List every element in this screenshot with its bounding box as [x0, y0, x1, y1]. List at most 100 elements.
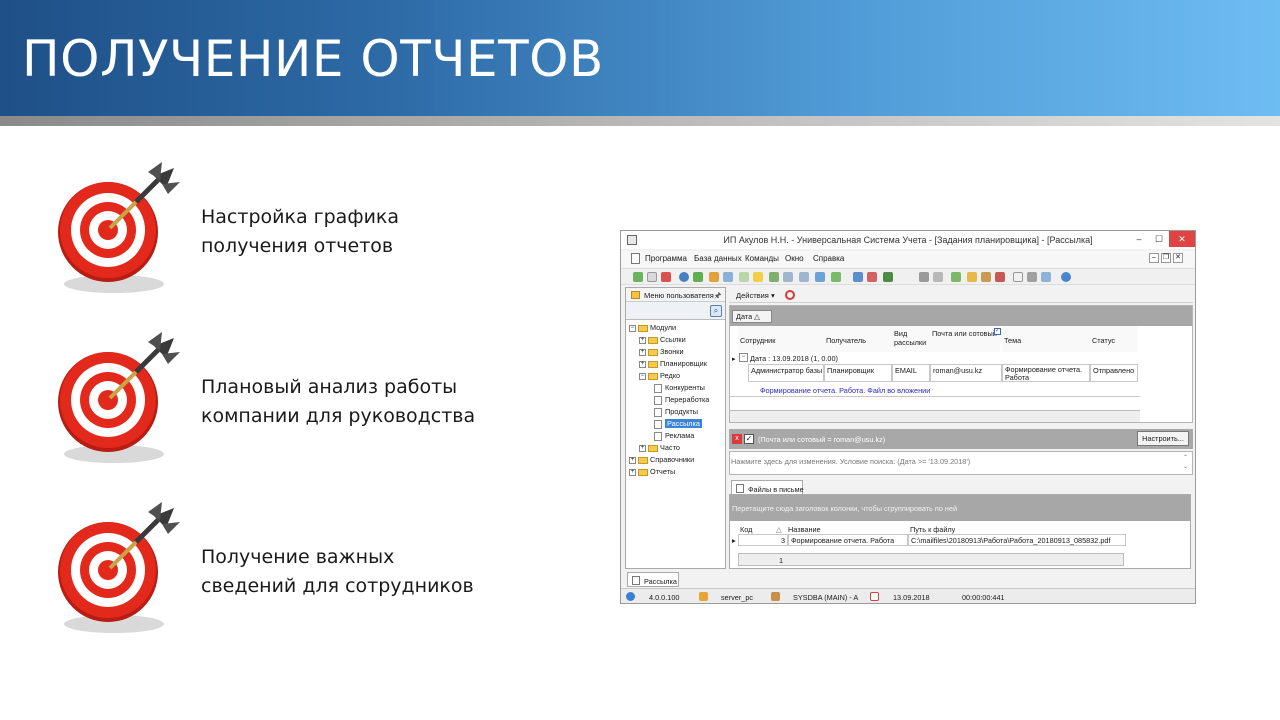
- tree-item-links[interactable]: + Ссылки: [639, 334, 686, 346]
- bullet-item: Настройка графика получения отчетов: [50, 160, 530, 300]
- add-icon[interactable]: [739, 272, 749, 282]
- configure-button[interactable]: Настроить...: [1137, 431, 1189, 446]
- print-icon[interactable]: [1027, 272, 1037, 282]
- cell-type[interactable]: EMAIL: [892, 364, 930, 382]
- close-window-icon[interactable]: [867, 272, 877, 282]
- menu-help[interactable]: Справка: [813, 254, 844, 263]
- stop-icon[interactable]: [785, 290, 795, 300]
- tree-item-reports[interactable]: + Отчеты: [629, 466, 675, 478]
- column-header-status[interactable]: Статус: [1090, 326, 1138, 352]
- lock-icon[interactable]: [967, 272, 977, 282]
- column-header-contact[interactable]: Почта или сотовый: [930, 326, 1000, 352]
- cell-subject[interactable]: Формирование отчета. Работа: [1002, 364, 1090, 382]
- tree-item-mailing[interactable]: Рассылка: [654, 418, 702, 430]
- tab-files-in-letter[interactable]: Файлы в письме: [731, 480, 804, 495]
- tree-item-advertising[interactable]: Реклама: [654, 430, 694, 442]
- tools-icon[interactable]: [919, 272, 929, 282]
- expand-icon[interactable]: +: [629, 456, 636, 464]
- search-icon[interactable]: [679, 272, 689, 282]
- group-chip-date[interactable]: Дата △: [732, 310, 772, 323]
- expand-icon[interactable]: +: [629, 468, 636, 476]
- expand-icon[interactable]: [769, 272, 779, 282]
- column-header-employee[interactable]: Сотрудник: [738, 326, 824, 352]
- note-icon[interactable]: [753, 272, 763, 282]
- column-header-code[interactable]: Код: [740, 525, 780, 534]
- tree-item-often[interactable]: + Часто: [639, 442, 680, 454]
- column-header-type[interactable]: Вид рассылки: [892, 326, 930, 352]
- status-bar: 4.0.0.100 server_pc SYSDBA (MAIN) - A 13…: [621, 588, 1195, 603]
- actions-dropdown[interactable]: Действия ▾: [736, 291, 775, 300]
- bullet-line: Плановый анализ работы: [201, 376, 458, 398]
- tree-item-products[interactable]: Продукты: [654, 406, 698, 418]
- maximize-button[interactable]: ☐: [1149, 231, 1169, 247]
- cell-employee[interactable]: Администратор базы: [748, 364, 824, 382]
- settings-icon[interactable]: [933, 272, 943, 282]
- exit-icon[interactable]: [883, 272, 893, 282]
- clear-filter-icon[interactable]: [723, 272, 733, 282]
- column-header-name[interactable]: Название: [788, 525, 898, 534]
- close-button[interactable]: ✕: [1169, 231, 1195, 247]
- link-icon[interactable]: [1041, 272, 1051, 282]
- collapse-icon[interactable]: [783, 272, 793, 282]
- collapse-icon[interactable]: −: [629, 324, 636, 332]
- search-condition-bar[interactable]: Нажмите здесь для изменения. Условие пои…: [729, 451, 1193, 475]
- row-count: 1: [779, 556, 784, 565]
- calendar-icon[interactable]: [1013, 272, 1023, 282]
- cell-recipient[interactable]: Планировщик: [824, 364, 892, 382]
- tree-item-competitors[interactable]: Конкуренты: [654, 382, 705, 394]
- tree-item-rarely[interactable]: − Редко: [639, 370, 680, 382]
- bullet-line: сведений для сотрудников: [201, 575, 474, 597]
- tree-item-calls[interactable]: + Звонки: [639, 346, 684, 358]
- up-icon[interactable]: [799, 272, 809, 282]
- collapse-icon[interactable]: −: [639, 372, 646, 380]
- export-excel-icon[interactable]: [831, 272, 841, 282]
- window-icon[interactable]: [853, 272, 863, 282]
- scroll-down-icon[interactable]: ⌄: [1183, 463, 1188, 470]
- expand-icon[interactable]: +: [639, 348, 646, 356]
- toolbar: [621, 268, 1195, 285]
- menu-database[interactable]: База данных: [694, 254, 742, 263]
- tree-item-processing[interactable]: Переработка: [654, 394, 709, 406]
- cell-status[interactable]: Отправлено: [1090, 364, 1138, 382]
- copy-icon[interactable]: [647, 272, 657, 282]
- picture-icon[interactable]: [951, 272, 961, 282]
- expand-icon[interactable]: +: [639, 336, 646, 344]
- mdi-restore-icon[interactable]: ❐: [1161, 253, 1171, 263]
- menu-window[interactable]: Окно: [785, 254, 804, 263]
- tab-mailing[interactable]: Рассылка: [627, 572, 679, 587]
- column-header-subject[interactable]: Тема: [1002, 326, 1090, 352]
- users-icon[interactable]: [981, 272, 991, 282]
- tree-item-modules[interactable]: − Модули: [629, 322, 676, 334]
- cell-contact[interactable]: roman@usu.kz: [930, 364, 1002, 382]
- checkbox-icon[interactable]: ✓: [994, 328, 1001, 335]
- group-collapse-icon[interactable]: −: [739, 353, 748, 362]
- group-hint-text: Перетащите сюда заголовок колонки, чтобы…: [732, 504, 958, 513]
- mdi-minimize-icon[interactable]: –: [1149, 253, 1159, 263]
- info-icon[interactable]: [1061, 272, 1071, 282]
- expand-icon[interactable]: +: [639, 360, 646, 368]
- key-icon[interactable]: [995, 272, 1005, 282]
- new-record-icon[interactable]: [633, 272, 643, 282]
- refresh-icon[interactable]: [693, 272, 703, 282]
- cell-name[interactable]: Формирование отчета. Работа: [788, 534, 908, 546]
- tree-item-directories[interactable]: + Справочники: [629, 454, 694, 466]
- export-icon[interactable]: [815, 272, 825, 282]
- tree-item-scheduler[interactable]: + Планировщик: [639, 358, 707, 370]
- menu-commands[interactable]: Команды: [745, 254, 779, 263]
- clear-filter-icon[interactable]: x: [732, 434, 742, 444]
- minimize-button[interactable]: –: [1129, 231, 1149, 247]
- menu-program[interactable]: Программа: [645, 254, 687, 263]
- cell-code[interactable]: 3: [738, 534, 788, 546]
- column-header-path[interactable]: Путь к файлу: [910, 525, 1070, 534]
- scroll-up-icon[interactable]: ⌃: [1183, 454, 1188, 461]
- delete-icon[interactable]: [661, 272, 671, 282]
- sort-icon[interactable]: △: [776, 525, 784, 534]
- filter-checkbox[interactable]: ✓: [744, 434, 754, 444]
- filter-icon[interactable]: [709, 272, 719, 282]
- expand-icon[interactable]: +: [639, 444, 646, 452]
- search-icon[interactable]: ⌕: [710, 305, 722, 317]
- filter-text[interactable]: (Почта или сотовый = roman@usu.kz): [758, 435, 885, 444]
- cell-path[interactable]: C:\mailfiles\20180913\Работа\Работа_2018…: [908, 534, 1126, 546]
- column-header-recipient[interactable]: Получатель: [824, 326, 892, 352]
- mdi-close-icon[interactable]: ✕: [1173, 253, 1183, 263]
